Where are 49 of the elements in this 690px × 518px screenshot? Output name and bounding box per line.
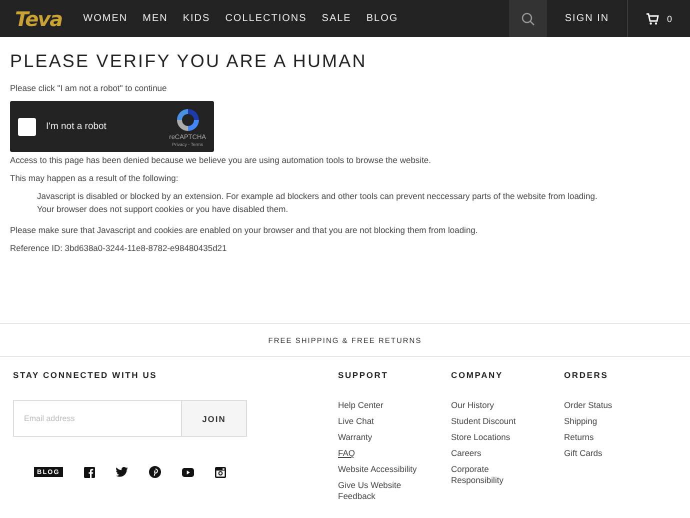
reason-text: Your browser does not support cookies or you have disabled them. — [37, 202, 290, 215]
cart-icon — [646, 12, 659, 24]
newsletter-heading: STAY CONNECTED WITH US — [13, 370, 158, 380]
reference-id: Reference ID: 3bd638a0-3244-11e8-8782-e98480435d21 — [10, 243, 228, 253]
join-button[interactable]: JOIN — [181, 400, 247, 437]
captcha-label: I'm not a robot — [46, 121, 108, 132]
nav-link[interactable]: SALE — [322, 13, 352, 24]
footer-link[interactable]: Corporate Responsibility — [451, 464, 541, 486]
nav-link[interactable]: KIDS — [182, 13, 210, 24]
footer-link[interactable]: Careers — [451, 448, 482, 459]
footer-link[interactable]: Shipping — [564, 416, 598, 427]
footer-heading: SUPPORT — [338, 370, 388, 380]
page-title: PLEASE VERIFY YOU ARE A HUMAN — [10, 51, 368, 72]
cart-button[interactable]: 0 — [628, 0, 690, 37]
footer-heading: ORDERS — [564, 370, 608, 380]
footer-link[interactable]: Store Locations — [451, 432, 510, 443]
reason-text: Javascript is disabled or blocked by an extension. For example ad blockers and other tools can prevent neccessary parts of the website from loading. — [37, 190, 598, 202]
footer-link[interactable]: Returns — [564, 432, 594, 443]
footer-link[interactable]: Help Center — [338, 400, 384, 411]
denied-text: Access to this page has been denied because we believe you are using automation tools to browse the website. — [10, 155, 432, 165]
footer-link[interactable]: Our History — [451, 400, 494, 411]
nav-link[interactable]: BLOG — [366, 13, 398, 24]
footer-heading: COMPANY — [451, 370, 503, 380]
reasons-intro: This may happen as a result of the following: — [10, 173, 180, 183]
instruction-text: Please click "I am not a robot" to continue — [10, 83, 168, 93]
nav-link[interactable]: WOMEN — [83, 13, 128, 24]
nav-link[interactable]: MEN — [142, 13, 168, 24]
footer-link[interactable]: Live Chat — [338, 416, 374, 427]
logo[interactable]: Teva — [15, 0, 62, 37]
search-icon — [521, 12, 535, 26]
nav-link[interactable]: COLLECTIONS — [225, 13, 307, 24]
sign-in-link[interactable]: SIGN IN — [547, 0, 628, 37]
footer-link[interactable]: Warranty — [338, 432, 372, 443]
facebook-icon[interactable] — [84, 466, 95, 478]
footer-link[interactable]: Student Discount — [451, 416, 516, 427]
footer-link[interactable]: FAQ — [338, 448, 356, 459]
footer-link[interactable]: Give Us Website Feedback — [338, 480, 428, 502]
pin-icon[interactable] — [148, 466, 161, 478]
email-field[interactable]: Email address — [13, 400, 181, 437]
search-button[interactable] — [509, 0, 547, 37]
footer-link[interactable]: Order Status — [564, 400, 612, 411]
captcha-checkbox[interactable] — [18, 118, 36, 136]
footer-link[interactable]: Gift Cards — [564, 448, 602, 459]
recaptcha-icon — [174, 106, 201, 132]
play-icon[interactable] — [182, 468, 194, 476]
advice-text: Please make sure that Javascript and cookies are enabled on your browser and that you are not blocking them from loading. — [10, 225, 479, 235]
camera-icon[interactable] — [214, 466, 226, 478]
footer-link[interactable]: Website Accessibility — [338, 464, 417, 475]
bird-icon[interactable] — [116, 467, 128, 477]
